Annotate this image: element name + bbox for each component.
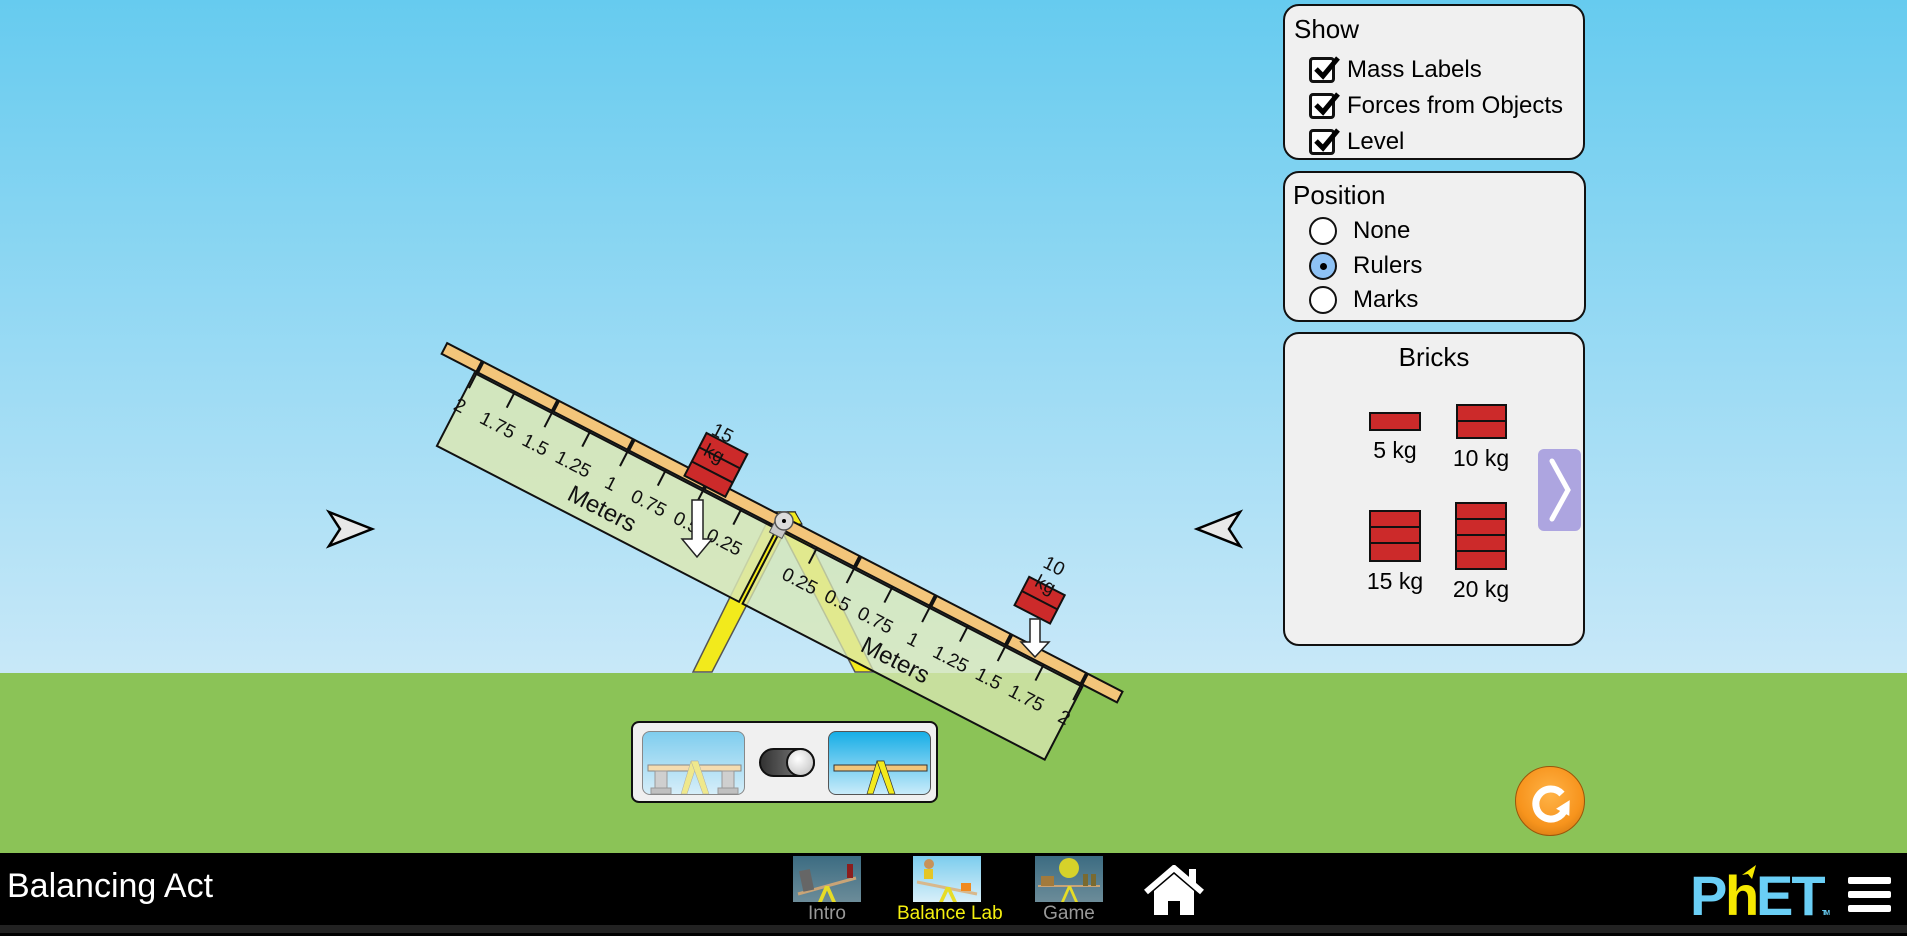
bricks-next-page-button[interactable]: [1538, 449, 1581, 531]
checkbox-icon[interactable]: [1309, 56, 1340, 83]
tab-intro[interactable]: Intro: [791, 856, 863, 925]
tab-label: Intro: [807, 903, 847, 924]
hamburger-menu-icon: [1848, 877, 1891, 884]
balance-scene: 21.751.51.2510.750.50.250.250.50.7511.25…: [325, 341, 1244, 761]
svg-text:ET: ET: [1756, 864, 1825, 923]
level-arrow-left-icon: [1193, 509, 1244, 549]
brick-label: 15 kg: [1366, 568, 1424, 594]
brick-label: 10 kg: [1452, 445, 1510, 471]
checkbox-level[interactable]: Level: [1309, 128, 1404, 156]
sim-title: Balancing Act: [7, 867, 214, 905]
bottom-strip: [0, 925, 1907, 933]
toggle-knob[interactable]: [786, 748, 815, 777]
tab-game[interactable]: Game: [1033, 856, 1105, 925]
radio-label: None: [1353, 217, 1411, 244]
checkbox-label: Forces from Objects: [1347, 92, 1564, 119]
balance-lab-screen-icon: [913, 856, 981, 902]
bricks-panel: Bricks 5 kg 10 kg 15 kg 20 kg: [1283, 332, 1585, 646]
svg-text:TM: TM: [1822, 910, 1830, 917]
reset-icon: [1532, 785, 1570, 823]
tab-label: Game: [1043, 903, 1095, 924]
checkbox-label: Mass Labels: [1347, 56, 1482, 83]
supports-off-icon[interactable]: [828, 731, 931, 795]
home-icon: [1144, 864, 1204, 915]
radio-label: Marks: [1353, 286, 1419, 313]
bricks-panel-title: Bricks: [1398, 342, 1470, 372]
hamburger-menu-button[interactable]: [1848, 877, 1891, 919]
level-arrow-right-icon: [325, 509, 376, 549]
game-screen-icon: [1035, 856, 1103, 902]
tab-balance-lab[interactable]: Balance Lab: [897, 856, 1003, 925]
radio-icon[interactable]: [1309, 286, 1337, 314]
checkbox-icon[interactable]: [1309, 92, 1340, 119]
checkbox-label: Level: [1347, 128, 1405, 155]
radio-icon-selected[interactable]: [1309, 252, 1337, 280]
position-panel: Position None Rulers Marks: [1283, 171, 1586, 322]
checkbox-mass-labels[interactable]: Mass Labels: [1309, 56, 1482, 84]
navigation-bar: Balancing Act Intro Balance Lab Game P h…: [0, 853, 1907, 927]
checkbox-forces-from-objects[interactable]: Forces from Objects: [1309, 92, 1563, 120]
show-panel-title: Show: [1294, 14, 1360, 44]
supports-toggle-panel: [631, 721, 938, 803]
radio-rulers[interactable]: Rulers: [1309, 252, 1422, 280]
reset-all-button[interactable]: [1515, 766, 1585, 836]
position-panel-title: Position: [1293, 180, 1386, 210]
brick-20kg[interactable]: 20 kg: [1448, 502, 1514, 603]
radio-none[interactable]: None: [1309, 217, 1410, 245]
brick-10kg[interactable]: 10 kg: [1448, 404, 1514, 472]
tab-label: Balance Lab: [897, 903, 1003, 924]
brick-label: 20 kg: [1452, 576, 1510, 602]
chevron-right-icon: [1549, 458, 1571, 522]
brick-label: 5 kg: [1373, 437, 1417, 463]
home-button[interactable]: [1143, 864, 1205, 922]
brick-5kg[interactable]: 5 kg: [1365, 412, 1425, 464]
supports-toggle-switch[interactable]: [759, 748, 815, 777]
radio-marks[interactable]: Marks: [1309, 286, 1418, 314]
checkbox-icon[interactable]: [1309, 128, 1340, 155]
radio-icon[interactable]: [1309, 217, 1337, 245]
brick-15kg[interactable]: 15 kg: [1362, 510, 1428, 595]
svg-text:P: P: [1690, 864, 1726, 923]
intro-screen-icon: [793, 856, 861, 902]
sim-play-area: 2 1.75 1.5 1.25 1 0.75 0.5 0.25 0.25 0.5 0.75 1 1.25…: [0, 0, 1907, 853]
radio-label: Rulers: [1353, 252, 1423, 279]
show-panel: Show Mass Labels Forces from Objects Lev…: [1283, 4, 1585, 160]
supports-on-icon[interactable]: [642, 731, 745, 795]
